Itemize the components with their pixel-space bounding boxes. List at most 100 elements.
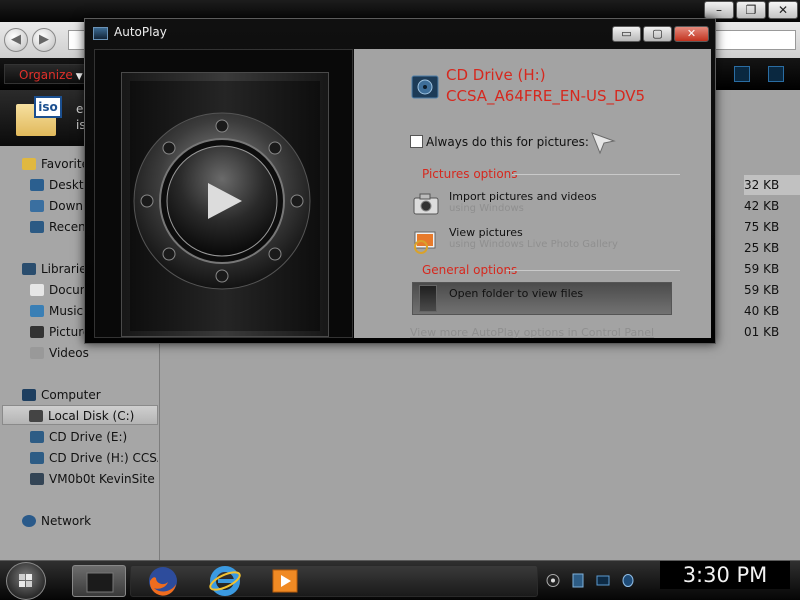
file-size: 01 KB bbox=[744, 325, 780, 339]
view-option-subtitle: using Windows Live Photo Gallery bbox=[449, 239, 618, 250]
downloads-icon bbox=[30, 200, 44, 212]
desktop-icon bbox=[30, 179, 44, 191]
recent-places-icon bbox=[30, 221, 44, 233]
autoplay-dialog: AutoPlay ▭ ▢ ✕ CD Drive (H:) CCSA_A64FRE… bbox=[84, 18, 716, 344]
import-pictures-option[interactable]: Import pictures and videos using Windows bbox=[412, 190, 672, 226]
cd-drive-icon bbox=[30, 431, 44, 443]
nav-libraries[interactable]: Libraries bbox=[22, 259, 93, 279]
always-do-this-row[interactable]: Always do this for pictures: bbox=[410, 135, 589, 149]
autoplay-titlebar: AutoPlay ▭ ▢ ✕ bbox=[85, 19, 715, 47]
volume-icon[interactable] bbox=[621, 573, 635, 588]
drive-name: CD Drive (H:) bbox=[446, 66, 546, 84]
nav-local-disk[interactable]: Local Disk (C:) bbox=[2, 405, 158, 425]
import-option-title: Import pictures and videos bbox=[449, 190, 597, 203]
more-autoplay-options-link[interactable]: View more AutoPlay options in Control Pa… bbox=[410, 326, 654, 339]
back-button[interactable]: ◀ bbox=[4, 28, 28, 52]
mouse-pointer-icon bbox=[591, 132, 616, 155]
autoplay-minimize-button[interactable]: ▭ bbox=[612, 26, 641, 42]
autoplay-maximize-button[interactable]: ▢ bbox=[643, 26, 672, 42]
file-size: 59 KB bbox=[744, 283, 780, 297]
nav-cd-drive-e[interactable]: CD Drive (E:) bbox=[30, 427, 127, 447]
preview-pane-icon[interactable] bbox=[768, 66, 784, 82]
network-drive-icon bbox=[30, 473, 44, 485]
start-button[interactable] bbox=[6, 562, 46, 600]
hard-drive-icon bbox=[29, 410, 43, 422]
photo-gallery-icon bbox=[414, 231, 436, 254]
section-divider bbox=[512, 174, 680, 175]
libraries-icon bbox=[22, 263, 36, 275]
file-size: 40 KB bbox=[744, 304, 780, 318]
nav-cd-drive-h[interactable]: CD Drive (H:) CCSA_A64FRE_EN-US_DV5 bbox=[30, 448, 158, 468]
taskbar-pinned-area bbox=[130, 565, 538, 597]
organize-label: Organize bbox=[19, 68, 73, 82]
network-status-icon[interactable] bbox=[596, 573, 610, 588]
network-icon bbox=[22, 515, 36, 527]
explorer-window-controls: – ❐ ✕ bbox=[704, 1, 798, 19]
file-size: 42 KB bbox=[744, 199, 780, 213]
autoplay-close-button[interactable]: ✕ bbox=[674, 26, 709, 42]
explorer-close-button[interactable]: ✕ bbox=[768, 1, 798, 19]
action-center-icon[interactable] bbox=[571, 573, 585, 588]
nav-label: Music bbox=[49, 304, 84, 318]
view-pictures-option[interactable]: View pictures using Windows Live Photo G… bbox=[412, 226, 672, 262]
taskbar: 3:30 PM bbox=[0, 560, 800, 600]
explorer-minimize-button[interactable]: – bbox=[704, 1, 734, 19]
cd-drive-icon bbox=[30, 452, 44, 464]
views-icon[interactable] bbox=[734, 66, 750, 82]
file-size: 25 KB bbox=[744, 241, 780, 255]
file-size: 59 KB bbox=[744, 262, 780, 276]
nav-music[interactable]: Music bbox=[30, 301, 83, 321]
nav-network-share[interactable]: VM0b0t KevinSite bbox=[30, 469, 155, 489]
media-frame bbox=[121, 72, 329, 337]
nav-computer[interactable]: Computer bbox=[22, 385, 101, 405]
cd-drive-icon bbox=[411, 75, 439, 99]
videos-icon bbox=[30, 347, 44, 359]
media-preview-panel bbox=[94, 49, 353, 338]
autoplay-app-icon bbox=[93, 27, 108, 40]
camera-icon bbox=[413, 193, 439, 215]
star-icon bbox=[22, 158, 36, 170]
details-filename: e bbox=[76, 102, 84, 116]
nav-label: Computer bbox=[41, 388, 101, 402]
import-option-subtitle: using Windows bbox=[449, 203, 524, 214]
computer-icon bbox=[22, 389, 36, 401]
iso-file-icon: iso bbox=[16, 96, 62, 136]
folder-icon bbox=[86, 572, 114, 593]
internet-explorer-icon[interactable] bbox=[208, 564, 242, 598]
nav-label: VM0b0t KevinSite bbox=[49, 472, 155, 486]
nav-label: Local Disk (C:) bbox=[48, 409, 135, 423]
nav-label: Network bbox=[41, 514, 92, 528]
explorer-maximize-button[interactable]: ❐ bbox=[736, 1, 766, 19]
nav-label: CD Drive (E:) bbox=[49, 430, 128, 444]
pictures-options-heading: Pictures options bbox=[422, 167, 518, 181]
always-do-this-label: Always do this for pictures: bbox=[426, 135, 589, 149]
nav-network[interactable]: Network bbox=[22, 511, 91, 531]
nav-videos[interactable]: Videos bbox=[30, 343, 89, 363]
play-button-icon bbox=[133, 112, 311, 290]
file-size: 75 KB bbox=[744, 220, 780, 234]
tray-expand-icon[interactable] bbox=[546, 573, 560, 588]
drive-volume-label: CCSA_A64FRE_EN-US_DV5 bbox=[446, 87, 646, 105]
clock[interactable]: 3:30 PM bbox=[660, 561, 790, 589]
autoplay-options-panel: CD Drive (H:) CCSA_A64FRE_EN-US_DV5 Alwa… bbox=[354, 49, 711, 339]
media-frame-inner bbox=[130, 81, 320, 331]
view-option-title: View pictures bbox=[449, 226, 523, 239]
media-player-icon[interactable] bbox=[270, 566, 300, 596]
firefox-icon[interactable] bbox=[146, 564, 180, 598]
search-input[interactable] bbox=[706, 30, 796, 50]
pictures-icon bbox=[30, 326, 44, 338]
windows-logo-icon bbox=[19, 574, 32, 587]
always-do-this-checkbox[interactable] bbox=[410, 135, 423, 148]
file-size: 32 KB bbox=[744, 175, 800, 195]
music-icon bbox=[30, 305, 44, 317]
nav-label: Videos bbox=[49, 346, 89, 360]
open-folder-title: Open folder to view files bbox=[449, 287, 584, 300]
section-divider bbox=[506, 270, 680, 271]
open-folder-option[interactable]: Open folder to view files bbox=[412, 282, 672, 315]
autoplay-window-controls: ▭ ▢ ✕ bbox=[612, 26, 709, 42]
taskbar-explorer-button[interactable] bbox=[72, 565, 126, 597]
forward-button[interactable]: ▶ bbox=[32, 28, 56, 52]
folder-icon bbox=[419, 285, 437, 312]
chevron-down-icon: ▼ bbox=[75, 72, 83, 82]
autoplay-title: AutoPlay bbox=[114, 25, 167, 39]
